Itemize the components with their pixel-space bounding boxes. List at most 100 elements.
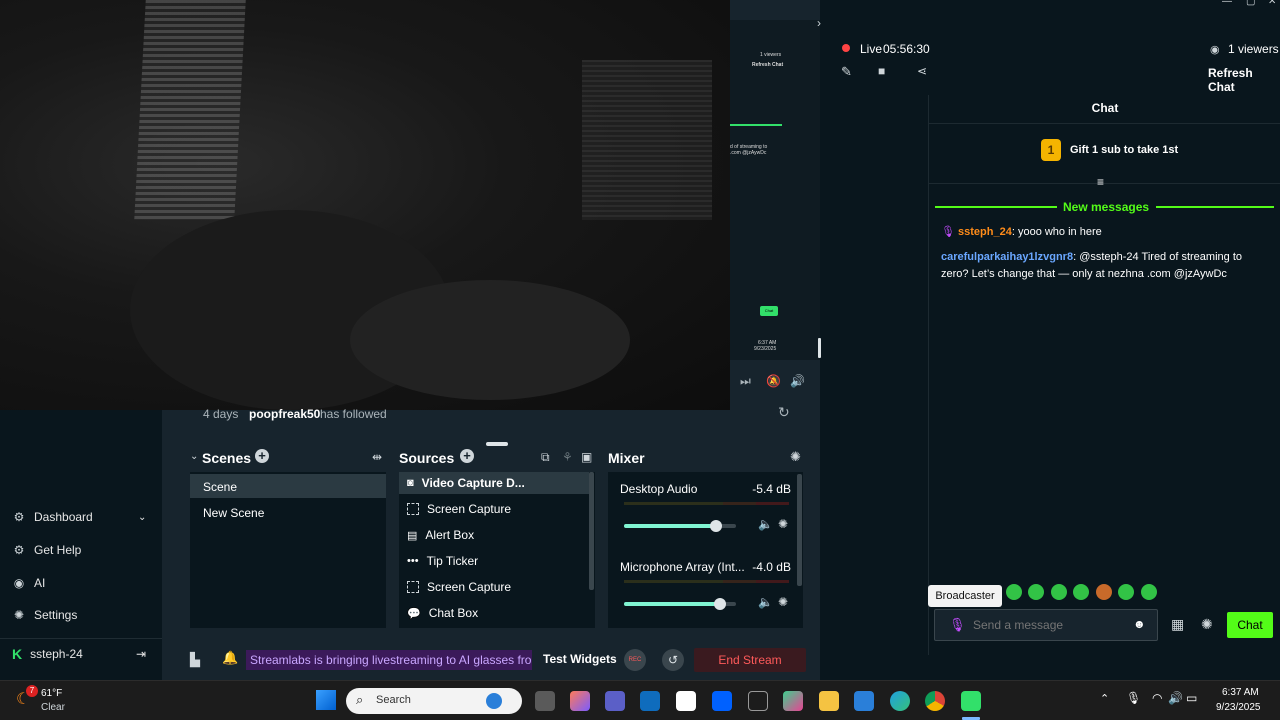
gear-icon[interactable]: ✺ (778, 517, 788, 531)
panel-resize-handle[interactable] (818, 338, 821, 358)
gift-rank-badge: 1 (1041, 139, 1061, 161)
chat-input[interactable]: 🎙 ☻ (934, 609, 1158, 641)
scene-transition-icon[interactable]: ⇹ (372, 450, 382, 464)
gear-icon[interactable]: ✺ (1201, 616, 1213, 633)
send-chat-button[interactable]: Chat (1227, 612, 1273, 638)
store-icon[interactable]: ▦ (1171, 616, 1184, 633)
viewer-count: 1 viewers (1228, 42, 1279, 56)
dropbox-icon[interactable] (712, 691, 732, 711)
volume-icon[interactable]: 🔊 (790, 374, 805, 388)
close-icon[interactable]: ✕ (1268, 0, 1276, 7)
sidebar-item-get-help[interactable]: ⚙ Get Help (12, 543, 82, 557)
add-source-icon[interactable]: + (460, 449, 474, 463)
alert-box-icon: ▤ (407, 529, 418, 542)
store-icon[interactable] (854, 691, 874, 711)
outlook-icon[interactable] (640, 691, 660, 711)
gift-sub-prompt[interactable]: Gift 1 sub to take 1st (1070, 144, 1178, 156)
test-widgets-button[interactable]: Test Widgets (543, 652, 617, 666)
scene-item[interactable]: New Scene (203, 506, 264, 520)
emote[interactable] (1051, 584, 1067, 600)
taskbar-search[interactable]: ⌕ Search (346, 688, 522, 714)
hp-icon[interactable] (748, 691, 768, 711)
emote[interactable] (1096, 584, 1112, 600)
teams-icon[interactable] (605, 691, 625, 711)
minimize-icon[interactable]: — (1222, 0, 1232, 7)
m365-icon[interactable] (783, 691, 803, 711)
mic-icon[interactable]: 🎙 (1126, 691, 1141, 705)
clock-date[interactable]: 9/23/2025 (1216, 702, 1261, 713)
user-account[interactable]: K ssteph-24 ⇥ (12, 646, 146, 662)
folder-icon[interactable]: ▣ (581, 450, 592, 464)
video-icon[interactable]: ■ (878, 64, 885, 78)
footer-bar: ▙ 🔔 Streamlabs is bringing livestreaming… (178, 640, 815, 680)
sidebar-item-settings[interactable]: ✺ Settings (12, 608, 77, 622)
scene-item[interactable]: Scene (203, 480, 237, 494)
stream-uptime: 05:56:30 (883, 42, 930, 56)
emote[interactable] (1141, 584, 1157, 600)
rec-button[interactable]: REC (624, 649, 646, 671)
windows-start-icon[interactable] (316, 690, 336, 710)
bell-icon[interactable]: 🔔 (222, 650, 238, 666)
chevron-down-icon[interactable]: ⌄ (138, 512, 146, 523)
scrollbar[interactable] (589, 472, 594, 590)
gear-icon[interactable]: ✺ (778, 595, 788, 609)
add-scene-icon[interactable]: + (255, 449, 269, 463)
emote[interactable] (1028, 584, 1044, 600)
message-field[interactable] (973, 616, 1123, 634)
chevron-down-icon[interactable]: ⌄ (190, 451, 198, 462)
maximize-icon[interactable]: ▢ (1246, 0, 1255, 7)
source-item[interactable]: ◙ Video Capture D... (407, 476, 525, 490)
edge-icon[interactable] (890, 691, 910, 711)
chevron-right-icon[interactable]: › (817, 16, 821, 30)
volume-slider[interactable] (624, 520, 736, 532)
screen-capture-icon (407, 503, 419, 515)
copilot-icon[interactable] (570, 691, 590, 711)
news-ticker[interactable]: Streamlabs is bringing livestreaming to … (246, 650, 532, 670)
clock-time[interactable]: 6:37 AM (1222, 687, 1259, 698)
chat-username: ssteph_24 (958, 226, 1012, 238)
pinned-icon[interactable]: ≡ (1097, 175, 1104, 189)
volume-slider[interactable] (624, 598, 736, 610)
emote[interactable] (1073, 584, 1089, 600)
scenes-title: Scenes (202, 450, 252, 466)
chat-text: : yooo who in here (1011, 226, 1102, 238)
gear-icon[interactable]: ✺ (790, 449, 801, 465)
source-item[interactable]: Screen Capture (407, 502, 511, 516)
chevron-up-icon[interactable]: ⌃ (1100, 692, 1109, 705)
file-explorer-icon[interactable] (819, 691, 839, 711)
wifi-icon[interactable]: ◠ (1152, 691, 1162, 705)
source-effects-icon[interactable]: ⚘ (562, 450, 573, 464)
stats-icon[interactable]: ▙ (190, 652, 200, 668)
source-copy-icon[interactable]: ⧉ (541, 450, 550, 465)
source-item[interactable]: ▤ Alert Box (407, 528, 474, 542)
emote[interactable] (1118, 584, 1134, 600)
battery-icon[interactable]: ▭ (1186, 691, 1197, 705)
sidebar-item-ai[interactable]: ◉ AI (12, 576, 46, 590)
mute-alert-icon[interactable]: 🔕 (766, 374, 781, 388)
scrollbar[interactable] (797, 474, 802, 586)
replay-icon[interactable]: ↺ (662, 649, 684, 671)
source-item[interactable]: 💬 Chat Box (407, 606, 478, 620)
resize-handle[interactable] (486, 442, 508, 446)
volume-icon[interactable]: 🔊 (1168, 691, 1183, 705)
end-stream-button[interactable]: End Stream (694, 648, 806, 672)
speaker-icon[interactable]: 🔈 (758, 517, 773, 531)
emoji-icon[interactable]: ☻ (1133, 617, 1146, 631)
source-item[interactable]: Screen Capture (407, 580, 511, 594)
collapse-icon[interactable]: ⇥ (136, 647, 146, 661)
share-icon[interactable]: ⋖ (917, 64, 927, 78)
mic-icon: 🎙 (949, 617, 966, 632)
skip-icon[interactable]: ⏭ (740, 374, 751, 389)
task-view-icon[interactable] (535, 691, 555, 711)
chat-box-icon: 💬 (407, 607, 421, 620)
source-item[interactable]: ••• Tip Ticker (407, 554, 478, 568)
sidebar-item-dashboard[interactable]: ⚙ Dashboard ⌄ (12, 510, 147, 524)
emote[interactable] (1006, 584, 1022, 600)
edit-icon[interactable]: ✎ (841, 64, 852, 80)
refresh-chat-button[interactable]: Refresh Chat (1208, 66, 1280, 94)
refresh-icon[interactable]: ↻ (778, 404, 790, 421)
chrome-icon[interactable] (925, 691, 945, 711)
streamlabs-icon[interactable] (961, 691, 981, 711)
amazon-icon[interactable] (676, 691, 696, 711)
speaker-icon[interactable]: 🔈 (758, 595, 773, 609)
